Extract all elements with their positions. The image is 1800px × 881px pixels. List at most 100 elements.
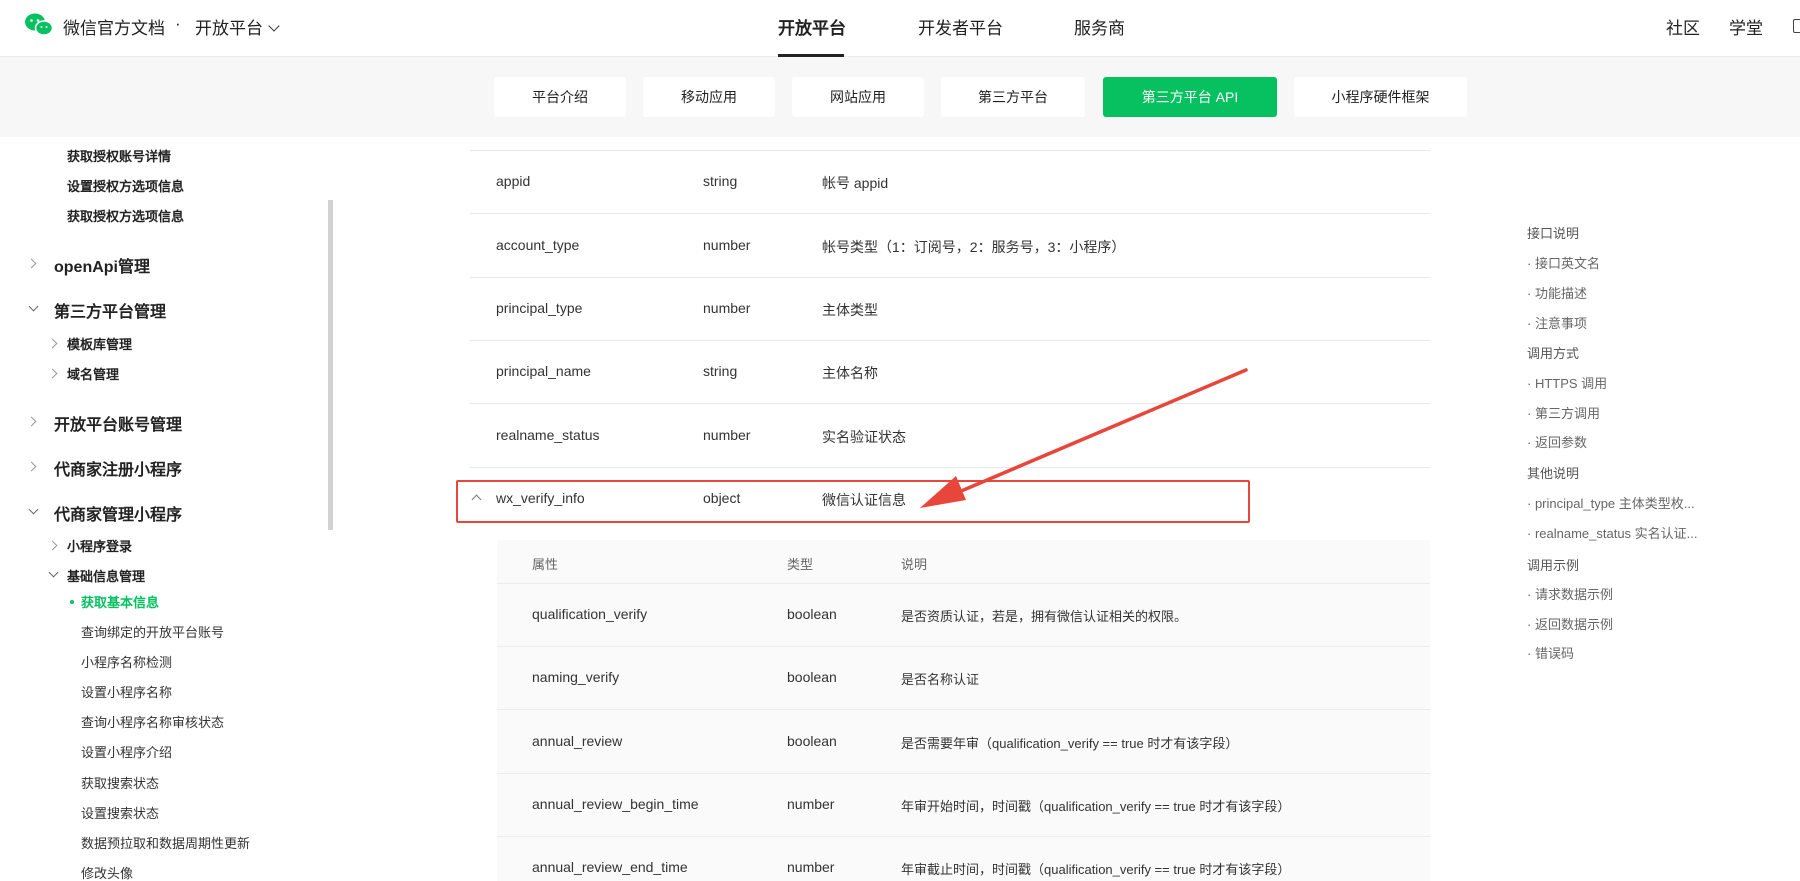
nested-header-attr: 属性 <box>532 557 559 572</box>
toc-item[interactable]: · 返回参数 <box>1527 432 1587 451</box>
toc-item[interactable]: · 请求数据示例 <box>1527 584 1613 603</box>
field-type: boolean <box>787 733 837 749</box>
field-name: appid <box>496 173 531 189</box>
field-type: string <box>703 363 738 379</box>
sub-navigation: 平台介绍 移动应用 网站应用 第三方平台 第三方平台 API 小程序硬件框架 <box>0 57 1800 137</box>
sidebar-item-manage-miniprogram[interactable]: 代商家管理小程序 <box>54 501 182 525</box>
field-desc: 是否资质认证，若是，拥有微信认证相关的权限。 <box>901 609 1188 624</box>
chevron-right-icon[interactable] <box>26 461 37 472</box>
sidebar-item-set-name[interactable]: 设置小程序名称 <box>81 682 172 701</box>
field-desc: 是否需要年审（qualification_verify == true 时才有该… <box>901 736 1239 751</box>
row-divider <box>497 836 1430 837</box>
nested-header-type: 类型 <box>787 557 814 572</box>
main-nav-service-provider[interactable]: 服务商 <box>1074 14 1125 39</box>
toc-item[interactable]: · HTTPS 调用 <box>1527 373 1607 392</box>
subnav-platform-intro[interactable]: 平台介绍 <box>494 77 626 117</box>
row-divider <box>497 583 1430 584</box>
toc-item[interactable]: · 注意事项 <box>1527 313 1587 332</box>
community-link[interactable]: 社区 <box>1666 14 1700 39</box>
main-nav-developer-platform[interactable]: 开发者平台 <box>918 14 1003 39</box>
sidebar-scrollbar[interactable] <box>328 200 333 530</box>
sidebar-item-register-miniprogram[interactable]: 代商家注册小程序 <box>54 456 182 480</box>
subnav-third-party-platform[interactable]: 第三方平台 <box>941 77 1085 117</box>
platform-selector-label: 开放平台 <box>195 19 263 38</box>
sidebar-item-data-prefetch[interactable]: 数据预拉取和数据周期性更新 <box>81 833 250 852</box>
sidebar-item-get-basic-info[interactable]: 获取基本信息 <box>81 592 159 611</box>
toc-item[interactable]: · 返回数据示例 <box>1527 614 1613 633</box>
field-desc: 主体类型 <box>822 302 878 318</box>
sidebar-item-name-check[interactable]: 小程序名称检测 <box>81 652 172 671</box>
chevron-down-icon[interactable] <box>28 504 39 515</box>
toc-item[interactable]: · 接口英文名 <box>1527 253 1600 272</box>
sidebar: 获取授权账号详情 设置授权方选项信息 获取授权方选项信息 openApi管理 第… <box>0 137 328 881</box>
toc-item[interactable]: · 错误码 <box>1527 643 1574 662</box>
sidebar-item-domain-mgmt[interactable]: 域名管理 <box>67 364 119 383</box>
sidebar-item-miniprogram-login[interactable]: 小程序登录 <box>67 536 132 555</box>
field-type: string <box>703 173 738 189</box>
chevron-right-icon[interactable] <box>26 258 37 269</box>
sidebar-item-set-auth-option[interactable]: 设置授权方选项信息 <box>67 176 184 195</box>
field-type: number <box>703 300 751 316</box>
row-divider <box>497 773 1430 774</box>
sidebar-item-get-search-status[interactable]: 获取搜索状态 <box>81 773 159 792</box>
chevron-down-icon <box>268 20 280 32</box>
field-desc: 年审开始时间，时间戳（qualification_verify == true … <box>901 799 1291 814</box>
field-type: boolean <box>787 669 837 685</box>
field-name: principal_type <box>496 300 583 316</box>
sidebar-item-name-audit-status[interactable]: 查询小程序名称审核状态 <box>81 712 224 731</box>
toc-item[interactable]: 调用示例 <box>1527 555 1579 574</box>
sidebar-item-get-auth-account-detail[interactable]: 获取授权账号详情 <box>67 146 171 165</box>
subnav-third-party-api[interactable]: 第三方平台 API <box>1103 77 1277 117</box>
field-name: realname_status <box>496 427 600 443</box>
toc-item[interactable]: · 功能描述 <box>1527 283 1587 302</box>
field-name: naming_verify <box>532 669 620 685</box>
wechat-logo-icon[interactable] <box>24 12 54 38</box>
toc-item[interactable]: · 第三方调用 <box>1527 403 1600 422</box>
sidebar-item-basic-info-mgmt[interactable]: 基础信息管理 <box>67 566 145 585</box>
sidebar-item-set-intro[interactable]: 设置小程序介绍 <box>81 742 172 761</box>
main-nav-open-platform[interactable]: 开放平台 <box>778 14 846 39</box>
subnav-mini-program-hardware[interactable]: 小程序硬件框架 <box>1294 77 1467 117</box>
platform-selector[interactable]: 开放平台 <box>195 14 280 39</box>
row-divider <box>470 340 1430 341</box>
chevron-right-icon[interactable] <box>26 416 37 427</box>
nested-header-desc: 说明 <box>901 557 928 572</box>
sidebar-item-set-search-status[interactable]: 设置搜索状态 <box>81 803 159 822</box>
annotation-arrow <box>920 368 1248 508</box>
subnav-mobile-app[interactable]: 移动应用 <box>643 77 775 117</box>
nested-table <box>497 540 1430 881</box>
toc-item[interactable]: · realname_status 实名认证... <box>1527 523 1698 542</box>
chevron-right-icon[interactable] <box>47 368 58 379</box>
field-type: number <box>703 237 751 253</box>
toc-item[interactable]: 调用方式 <box>1527 343 1579 362</box>
row-divider <box>470 277 1430 278</box>
active-indicator-dot <box>70 600 74 604</box>
sidebar-item-openapi[interactable]: openApi管理 <box>54 253 150 277</box>
toc-item[interactable]: 接口说明 <box>1527 223 1579 242</box>
field-name: principal_name <box>496 363 591 379</box>
field-name: account_type <box>496 237 580 253</box>
sidebar-item-open-account-mgmt[interactable]: 开放平台账号管理 <box>54 411 182 435</box>
toc-item[interactable]: 其他说明 <box>1527 463 1579 482</box>
chevron-down-icon[interactable] <box>28 301 39 312</box>
sidebar-item-get-auth-option[interactable]: 获取授权方选项信息 <box>67 206 184 225</box>
chevron-down-icon[interactable] <box>48 567 59 578</box>
field-type: number <box>787 796 835 812</box>
field-type: number <box>787 859 835 875</box>
chevron-right-icon[interactable] <box>47 338 58 349</box>
toc-item[interactable]: · principal_type 主体类型枚... <box>1527 493 1695 512</box>
subnav-website-app[interactable]: 网站应用 <box>792 77 924 117</box>
field-desc: 年审截止时间，时间戳（qualification_verify == true … <box>901 862 1291 877</box>
chevron-right-icon[interactable] <box>47 540 58 551</box>
academy-link[interactable]: 学堂 <box>1729 14 1763 39</box>
field-desc: 帐号 appid <box>822 175 889 191</box>
sidebar-item-template-lib[interactable]: 模板库管理 <box>67 334 132 353</box>
field-name: annual_review <box>532 733 623 749</box>
field-type: number <box>703 427 751 443</box>
sidebar-item-modify-avatar[interactable]: 修改头像 <box>81 863 133 881</box>
site-title[interactable]: 微信官方文档 <box>63 14 165 39</box>
sidebar-item-third-party-mgmt[interactable]: 第三方平台管理 <box>54 298 166 322</box>
sidebar-item-query-bound-account[interactable]: 查询绑定的开放平台账号 <box>81 622 224 641</box>
field-desc: 帐号类型（1：订阅号，2：服务号，3：小程序） <box>822 239 1126 255</box>
window-icon[interactable] <box>1793 19 1800 33</box>
